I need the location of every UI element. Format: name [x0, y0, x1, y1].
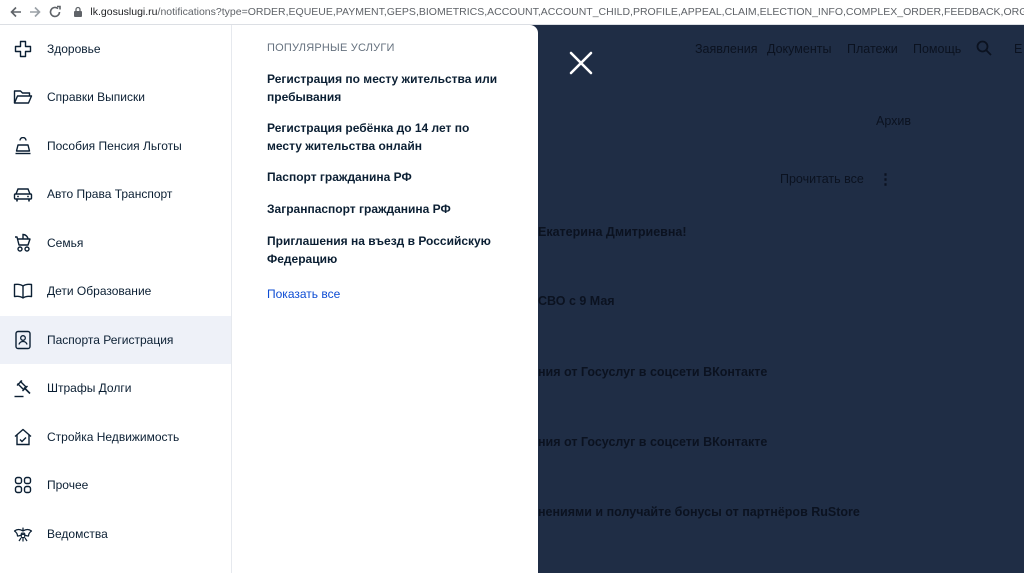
close-menu-button[interactable]	[566, 48, 596, 78]
menu-item-label: Пособия Пенсия Льготы	[47, 139, 182, 153]
menu-item-label: Дети Образование	[47, 284, 152, 298]
lock-icon	[72, 6, 84, 18]
menu-item-transport[interactable]: Авто Права Транспорт	[0, 170, 231, 218]
nav-link-documents[interactable]: Документы	[767, 42, 831, 56]
health-cross-icon	[13, 39, 33, 59]
mark-all-read-button[interactable]: Прочитать все	[780, 172, 864, 186]
menu-item-certificates[interactable]: Справки Выписки	[0, 73, 231, 121]
notification-row[interactable]: СВО с 9 Мая	[538, 294, 615, 308]
nav-link-applications[interactable]: Заявления	[695, 42, 758, 56]
notification-row[interactable]: ния от Госуслуг в соцсети ВКонтакте	[538, 365, 767, 379]
menu-item-education[interactable]: Дети Образование	[0, 267, 231, 315]
menu-item-label: Прочее	[47, 478, 89, 492]
menu-item-label: Авто Права Транспорт	[47, 187, 173, 201]
menu-item-family[interactable]: Семья	[0, 219, 231, 267]
back-arrow-icon[interactable]	[6, 1, 25, 23]
search-icon[interactable]	[976, 40, 992, 56]
menu-item-fines[interactable]: Штрафы Долги	[0, 364, 231, 412]
menu-item-label: Здоровье	[47, 42, 101, 56]
url-path: /notifications?type=ORDER,EQUEUE,PAYMENT…	[157, 6, 1024, 18]
service-link[interactable]: Регистрация по месту жительства или преб…	[267, 71, 507, 106]
car-icon	[13, 184, 33, 204]
menu-item-health[interactable]: Здоровье	[0, 25, 231, 73]
grid-icon	[13, 475, 33, 495]
reload-icon[interactable]	[45, 1, 64, 23]
forward-arrow-icon[interactable]	[25, 1, 44, 23]
catalog-category-menu: Здоровье Справки Выписки Пособия Пенсия …	[0, 25, 232, 573]
book-icon	[13, 281, 33, 301]
coat-of-arms-icon	[13, 524, 33, 544]
nav-link-help[interactable]: Помощь	[913, 42, 961, 56]
menu-item-label: Ведомства	[47, 527, 108, 541]
archive-tab[interactable]: Архив	[876, 114, 911, 128]
menu-item-passports[interactable]: Паспорта Регистрация	[0, 316, 231, 364]
menu-item-realty[interactable]: Стройка Недвижимость	[0, 413, 231, 461]
show-all-link[interactable]: Показать все	[267, 287, 340, 301]
gavel-icon	[13, 378, 33, 398]
service-link[interactable]: Паспорт гражданина РФ	[267, 169, 507, 187]
more-options-icon[interactable]: ⋮	[878, 170, 893, 188]
user-avatar[interactable]: Е	[1014, 42, 1022, 56]
address-bar[interactable]: lk.gosuslugi.ru/notifications?type=ORDER…	[72, 0, 1024, 25]
notification-row[interactable]: ния от Госуслуг в соцсети ВКонтакте	[538, 435, 767, 449]
notification-row[interactable]: Екатерина Дмитриевна!	[538, 225, 687, 239]
menu-item-label: Штрафы Долги	[47, 381, 132, 395]
url-host: lk.gosuslugi.ru	[90, 6, 158, 18]
menu-item-benefits[interactable]: Пособия Пенсия Льготы	[0, 122, 231, 170]
menu-item-label: Семья	[47, 236, 84, 250]
notification-row[interactable]: нениями и получайте бонусы от партнёров …	[538, 505, 860, 519]
browser-toolbar: lk.gosuslugi.ru/notifications?type=ORDER…	[0, 0, 1024, 25]
popular-services-heading: ПОПУЛЯРНЫЕ УСЛУГИ	[267, 42, 395, 54]
menu-item-label: Справки Выписки	[47, 90, 145, 104]
menu-item-agencies[interactable]: Ведомства	[0, 510, 231, 558]
menu-item-label: Паспорта Регистрация	[47, 333, 174, 347]
service-link[interactable]: Загранпаспорт гражданина РФ	[267, 201, 507, 219]
service-link[interactable]: Приглашения на въезд в Российскую Федера…	[267, 233, 507, 268]
menu-item-other[interactable]: Прочее	[0, 461, 231, 509]
passport-icon	[13, 330, 33, 350]
house-icon	[13, 427, 33, 447]
popular-services-panel: ПОПУЛЯРНЫЕ УСЛУГИ Регистрация по месту ж…	[232, 25, 538, 573]
service-link[interactable]: Регистрация ребёнка до 14 лет по месту ж…	[267, 120, 507, 155]
stroller-icon	[13, 233, 33, 253]
nav-link-payments[interactable]: Платежи	[847, 42, 898, 56]
menu-item-label: Стройка Недвижимость	[47, 430, 180, 444]
folder-icon	[13, 87, 33, 107]
page-backdrop: Заявления Документы Платежи Помощь Е Арх…	[538, 25, 1024, 573]
close-icon	[569, 51, 593, 75]
benefits-bell-icon	[13, 136, 33, 156]
